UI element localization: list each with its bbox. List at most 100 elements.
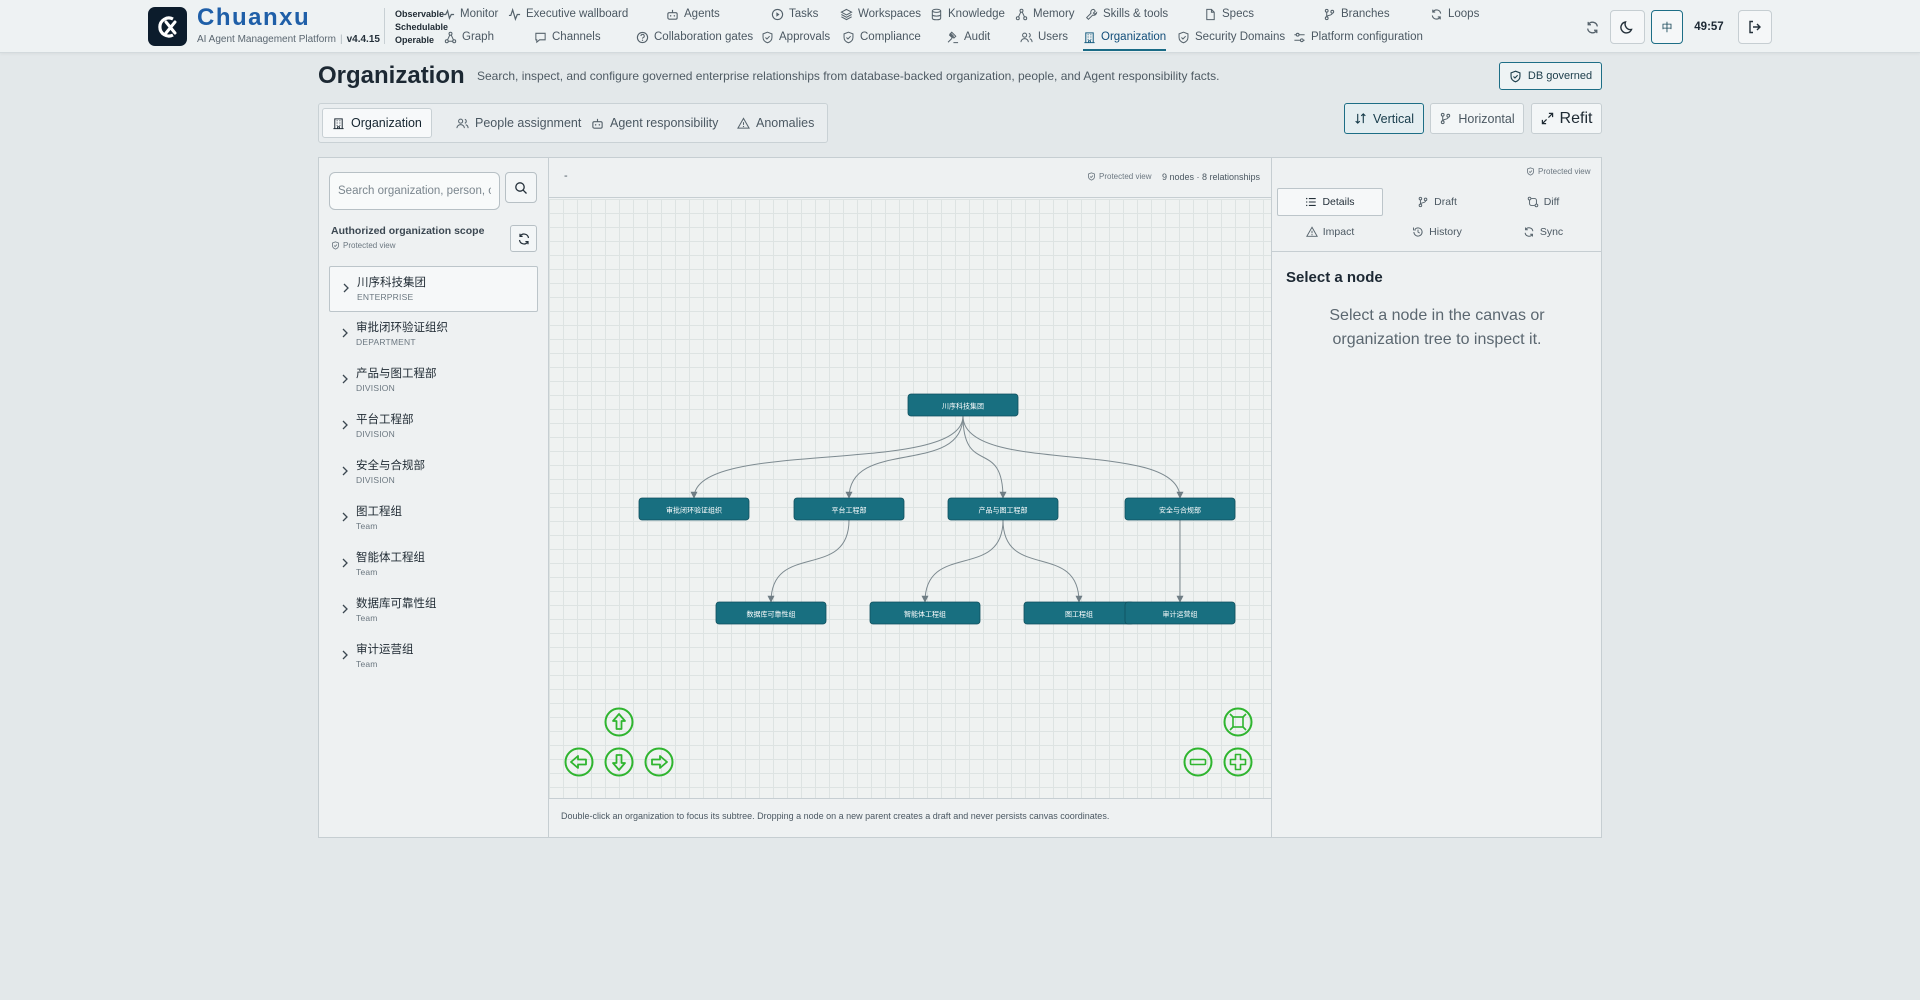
graph-node[interactable]: 智能体工程组	[869, 601, 981, 625]
logout-button[interactable]	[1738, 10, 1772, 44]
graph-node[interactable]: 产品与图工程部	[947, 497, 1059, 521]
tree-item[interactable]: 安全与合规部 DIVISION	[329, 450, 538, 496]
bot-icon	[667, 9, 678, 20]
tree-item-name: 产品与图工程部	[356, 366, 437, 380]
nav-organization[interactable]: Organization	[1083, 26, 1167, 51]
zoom-in-button[interactable]	[1223, 747, 1253, 777]
version-label: v4.4.15	[346, 34, 380, 45]
tree-item[interactable]: 审批闭环验证组织 DEPARTMENT	[329, 312, 538, 358]
nav-collaboration-gates[interactable]: Collaboration gates	[636, 26, 753, 48]
tree-item[interactable]: 智能体工程组 Team	[329, 542, 538, 588]
nav-agents[interactable]: Agents	[666, 3, 720, 25]
sliders-icon	[1294, 32, 1305, 42]
refresh-scope-button[interactable]	[510, 225, 537, 252]
tagline-observable: Observable	[395, 9, 445, 19]
nav-approvals[interactable]: Approvals	[761, 26, 830, 48]
search-input[interactable]	[329, 172, 500, 210]
chevron-right-icon	[342, 604, 348, 614]
graph-node[interactable]: 平台工程部	[793, 497, 905, 521]
nav-knowledge[interactable]: Knowledge	[930, 3, 1005, 25]
zoom-out-button[interactable]	[1183, 747, 1213, 777]
badge-label: DB governed	[1527, 70, 1593, 82]
nav-skills-tools[interactable]: Skills & tools	[1085, 3, 1168, 25]
tab-label: People assignment	[475, 116, 582, 130]
tab-anomalies[interactable]: Anomalies	[728, 108, 823, 138]
nav-label: Audit	[964, 31, 991, 43]
refresh-icon	[1431, 8, 1442, 20]
session-timer: 49:57	[1694, 21, 1724, 33]
graph-node[interactable]: 安全与合规部	[1124, 497, 1236, 521]
organization-workspace: Authorized organization scope Protected …	[318, 157, 1602, 838]
tab-label: Impact	[1322, 226, 1355, 238]
layout-horizontal-button[interactable]: Horizontal	[1430, 103, 1524, 134]
search-button[interactable]	[505, 172, 537, 203]
inspector-tab-impact[interactable]: Impact	[1277, 218, 1383, 246]
tree-item[interactable]: 川序科技集团 ENTERPRISE	[329, 266, 538, 312]
nav-executive-wallboard[interactable]: Executive wallboard	[508, 3, 628, 25]
nav-label: Loops	[1448, 8, 1480, 20]
db-governed-badge: DB governed	[1499, 62, 1602, 90]
nav-compliance[interactable]: Compliance	[842, 26, 921, 48]
vertical-label: Vertical	[1373, 111, 1414, 126]
brand-logo[interactable]	[148, 7, 187, 46]
tree-item[interactable]: 图工程组 Team	[329, 496, 538, 542]
pan-up-button[interactable]	[604, 707, 634, 737]
nav-specs[interactable]: Specs	[1204, 3, 1254, 25]
inspector-tab-details[interactable]: Details	[1277, 188, 1383, 216]
nav-platform-configuration[interactable]: Platform configuration	[1293, 26, 1423, 48]
inspector-tab-draft[interactable]: Draft	[1384, 188, 1490, 216]
canvas-footer-hint: Double-click an organization to focus it…	[549, 798, 1271, 837]
warning-icon	[1305, 226, 1318, 237]
graph-node[interactable]: 图工程组	[1023, 601, 1135, 625]
tree-item[interactable]: 审计运营组 Team	[329, 634, 538, 680]
nav-label: Skills & tools	[1103, 8, 1169, 20]
language-button[interactable]: 中	[1651, 10, 1683, 44]
tree-item-type: Team	[356, 567, 378, 577]
tab-people-assignment[interactable]: People assignment	[447, 108, 590, 138]
nav-branches[interactable]: Branches	[1323, 3, 1390, 25]
inspector-tab-history[interactable]: History	[1384, 218, 1490, 246]
list-icon	[1306, 197, 1317, 207]
graph-icon	[444, 31, 457, 43]
refit-button[interactable]: Refit	[1531, 103, 1602, 134]
graph-node[interactable]: 审计运营组	[1124, 601, 1236, 625]
tree-item[interactable]: 平台工程部 DIVISION	[329, 404, 538, 450]
organization-graph[interactable]: 川序科技集团审批闭环验证组织 平台工程部 产品与图工程部 安全与合规部数据库可靠性组 智…	[549, 199, 1271, 798]
tree-item[interactable]: 产品与图工程部 DIVISION	[329, 358, 538, 404]
page-description: Search, inspect, and configure governed …	[477, 69, 1220, 83]
nav-monitor[interactable]: Monitor	[442, 3, 498, 25]
nav-memory[interactable]: Memory	[1015, 3, 1075, 25]
pan-left-button[interactable]	[564, 747, 594, 777]
tab-agent-responsibility[interactable]: Agent responsibility	[582, 108, 727, 138]
pan-down-button[interactable]	[604, 747, 634, 777]
tab-organization[interactable]: Organization	[322, 108, 432, 138]
inspector-tab-sync[interactable]: Sync	[1490, 218, 1596, 246]
graph-canvas[interactable]: 川序科技集团审批闭环验证组织 平台工程部 产品与图工程部 安全与合规部数据库可靠性组 智…	[549, 199, 1271, 798]
bot-icon	[592, 118, 603, 129]
nav-audit[interactable]: Audit	[946, 26, 990, 48]
nav-graph[interactable]: Graph	[444, 26, 494, 48]
nav-users[interactable]: Users	[1020, 26, 1068, 48]
sync-button[interactable]	[1578, 10, 1606, 44]
tree-item-name: 图工程组	[356, 504, 402, 518]
fit-view-button[interactable]	[1223, 707, 1253, 737]
nav-label: Graph	[462, 31, 494, 43]
layout-vertical-button[interactable]: Vertical	[1344, 103, 1424, 134]
inspector-tab-diff[interactable]: Diff	[1490, 188, 1596, 216]
graph-node[interactable]: 川序科技集团	[907, 393, 1019, 417]
graph-node[interactable]: 数据库可靠性组	[715, 601, 827, 625]
inspector-protected-note: Protected view	[1526, 167, 1590, 176]
tree-item[interactable]: 数据库可靠性组 Team	[329, 588, 538, 634]
theme-toggle-button[interactable]	[1610, 10, 1645, 44]
nav-security-domains[interactable]: Security Domains	[1177, 26, 1285, 48]
users-icon	[1020, 32, 1033, 42]
graph-node[interactable]: 审批闭环验证组织	[638, 497, 750, 521]
nav-channels[interactable]: Channels	[534, 26, 601, 48]
chevron-right-icon	[342, 420, 348, 430]
graph-node-label: 川序科技集团	[942, 402, 984, 411]
nav-loops[interactable]: Loops	[1430, 3, 1479, 25]
tree-item-name: 安全与合规部	[356, 458, 425, 472]
nav-tasks[interactable]: Tasks	[771, 3, 818, 25]
nav-workspaces[interactable]: Workspaces	[840, 3, 921, 25]
pan-right-button[interactable]	[644, 747, 674, 777]
